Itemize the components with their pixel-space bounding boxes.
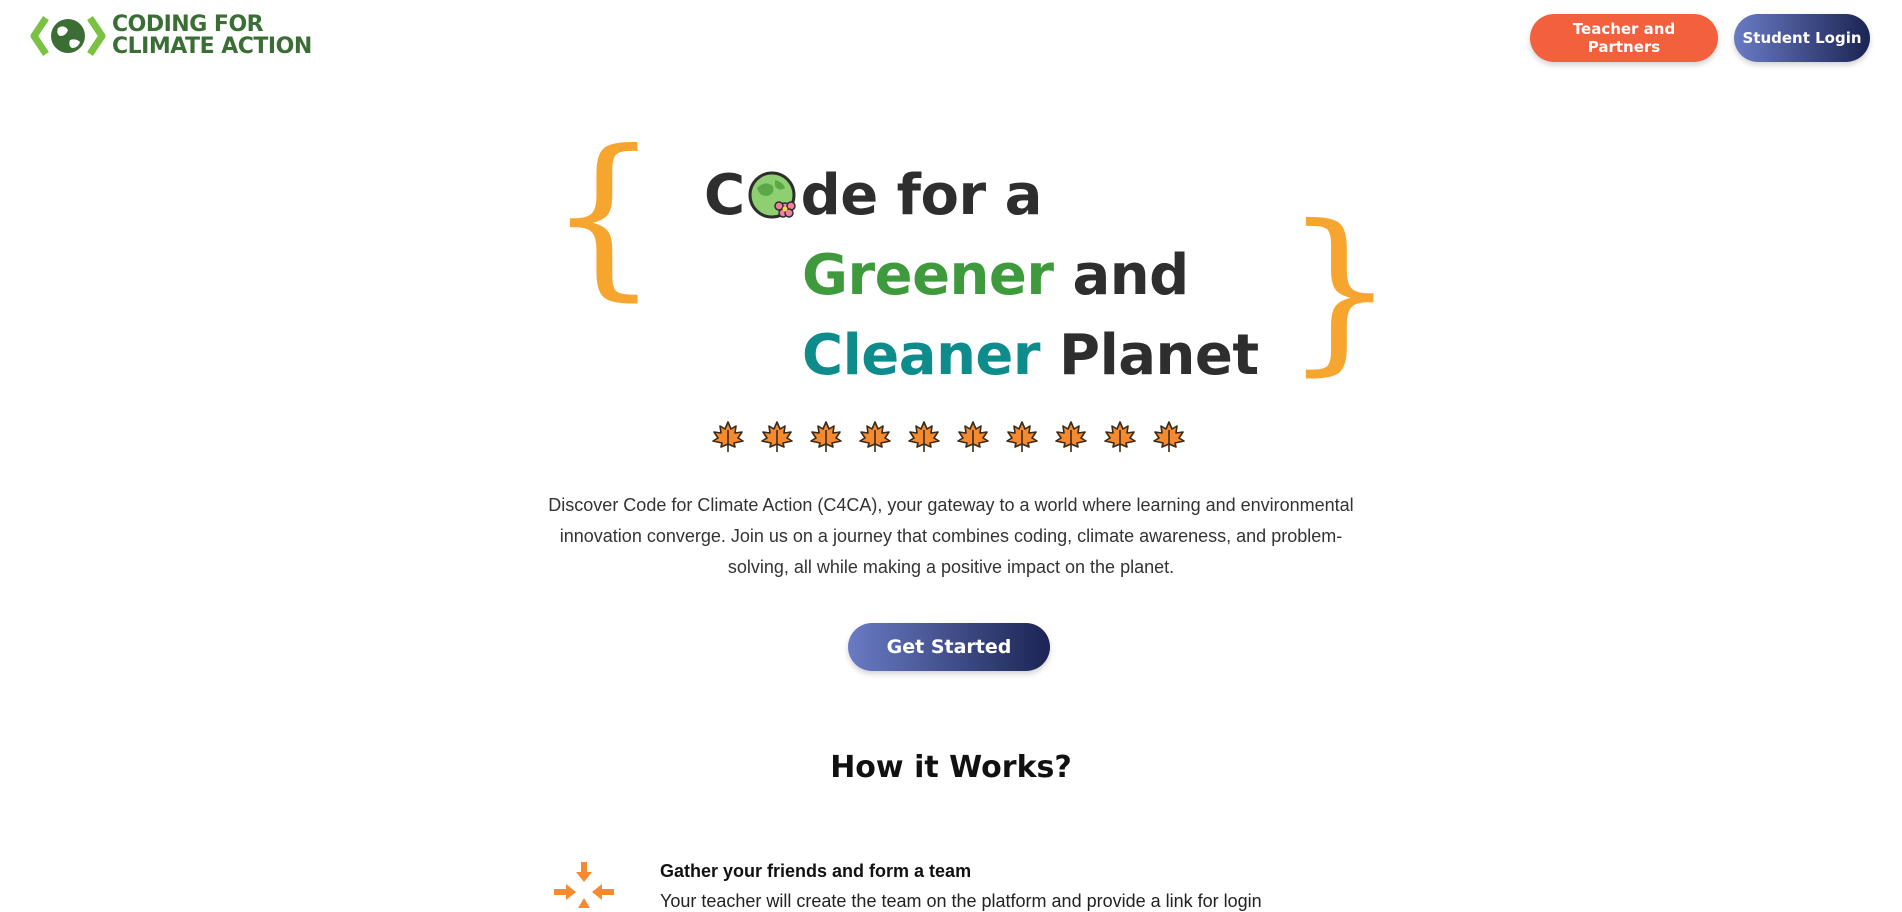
step-title: Gather your friends and form a team bbox=[660, 861, 972, 881]
hero-title-line3: Cleaner Planet bbox=[802, 326, 1259, 386]
hero-line3-rest: Planet bbox=[1040, 323, 1259, 388]
maple-leaf-icon bbox=[957, 421, 989, 452]
maple-leaf-icon bbox=[859, 421, 891, 452]
hero-line2-rest: and bbox=[1053, 243, 1190, 308]
code-globe-icon bbox=[30, 16, 106, 56]
leaf-divider bbox=[712, 420, 1185, 454]
hero-title-line1: C de for a bbox=[704, 166, 1042, 226]
maple-leaf-icon bbox=[712, 421, 744, 452]
get-started-button[interactable]: Get Started bbox=[848, 623, 1050, 671]
how-it-works-heading: How it Works? bbox=[830, 750, 1072, 785]
maple-leaf-icon bbox=[810, 421, 842, 452]
logo-line2: CLIMATE ACTION bbox=[112, 34, 312, 59]
hero-description: Discover Code for Climate Action (C4CA),… bbox=[548, 495, 1354, 577]
maple-leaf-icon bbox=[1006, 421, 1038, 452]
right-brace-decoration: } bbox=[1284, 189, 1396, 392]
site-logo[interactable]: CODING FOR CLIMATE ACTION bbox=[30, 12, 312, 60]
student-login-button[interactable]: Student Login bbox=[1734, 14, 1870, 62]
earth-flower-icon bbox=[748, 171, 796, 219]
maple-leaf-icon bbox=[908, 421, 940, 452]
greener-word: Greener bbox=[802, 243, 1054, 308]
maple-leaf-icon bbox=[1153, 421, 1185, 452]
maple-leaf-icon bbox=[1055, 421, 1087, 452]
teacher-partners-button[interactable]: Teacher and Partners bbox=[1530, 14, 1718, 62]
maple-leaf-icon bbox=[1104, 421, 1136, 452]
hero-line1-end: de for a bbox=[800, 163, 1043, 228]
hero-title-line2: Greener and bbox=[802, 246, 1189, 306]
team-gather-icon bbox=[554, 862, 614, 908]
left-brace-decoration: { bbox=[548, 114, 660, 317]
step-text: Your teacher will create the team on the… bbox=[660, 891, 1262, 911]
logo-text: CODING FOR CLIMATE ACTION bbox=[112, 14, 312, 58]
cleaner-word: Cleaner bbox=[802, 323, 1041, 388]
maple-leaf-icon bbox=[761, 421, 793, 452]
hero-line1-start: C bbox=[704, 163, 745, 228]
logo-line1: CODING FOR bbox=[112, 12, 264, 37]
